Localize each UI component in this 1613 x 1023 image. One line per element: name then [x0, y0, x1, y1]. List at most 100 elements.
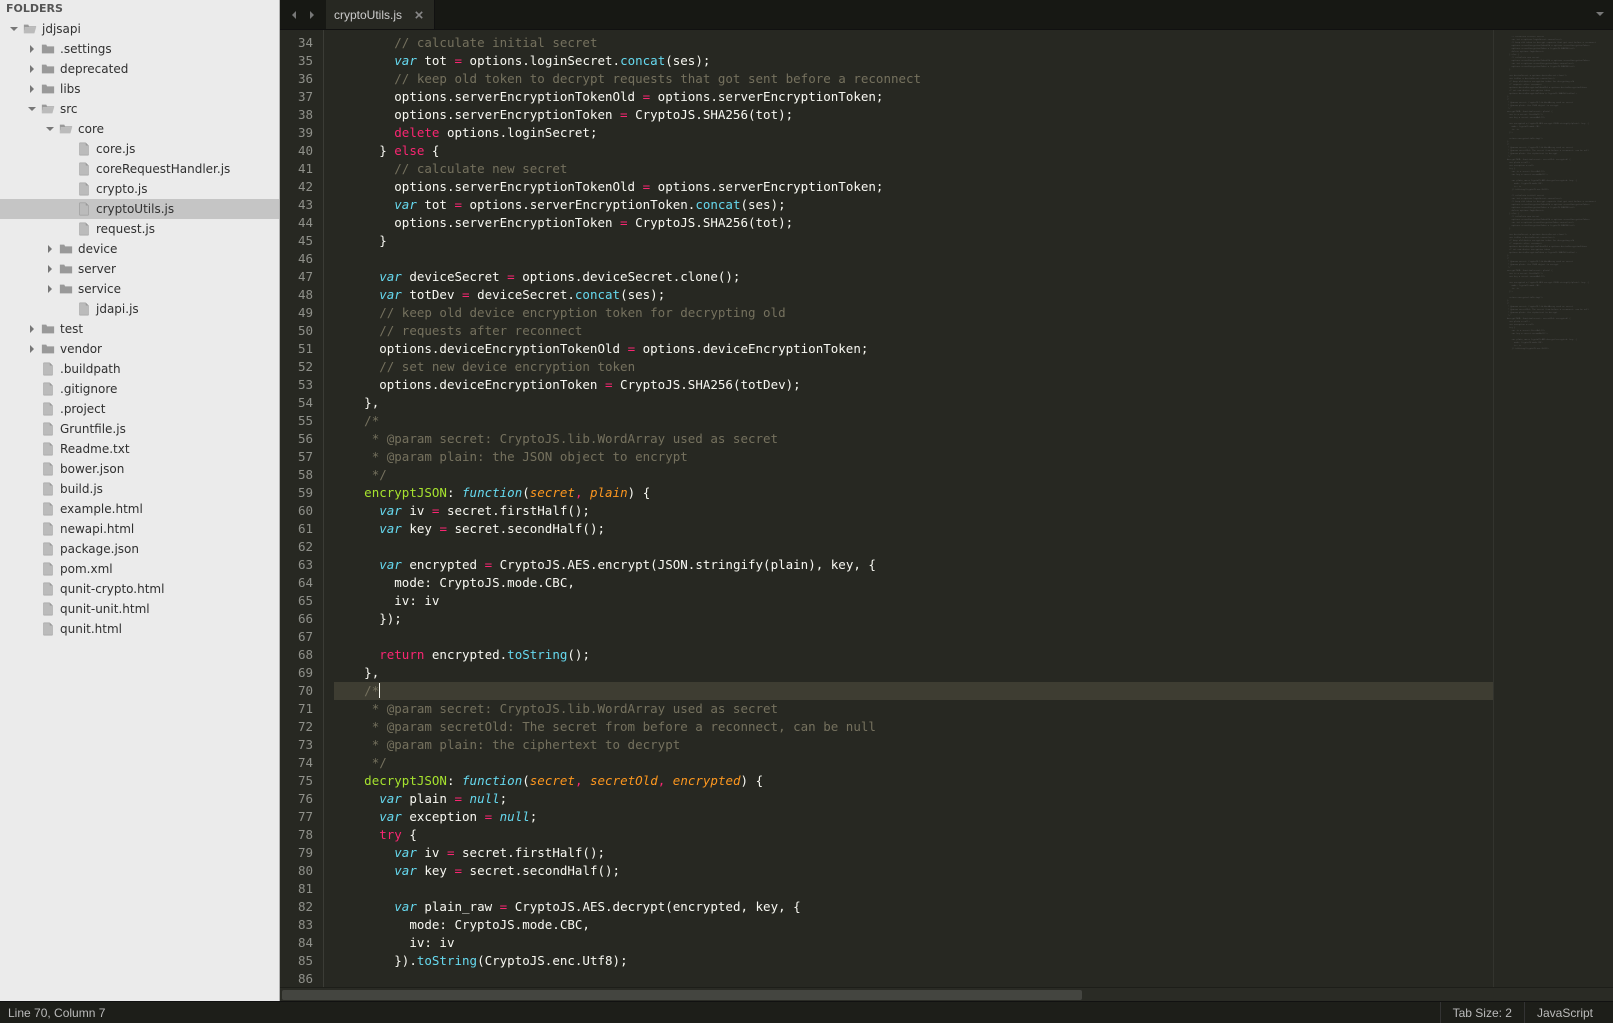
code-line[interactable]: options.serverEncryptionToken = CryptoJS… [334, 214, 1493, 232]
code-line[interactable]: }); [334, 610, 1493, 628]
line-number-gutter[interactable]: 3435363738394041424344454647484950515253… [280, 30, 324, 987]
code-line[interactable]: options.deviceEncryptionTokenOld = optio… [334, 340, 1493, 358]
tree-file[interactable]: Gruntfile.js [0, 419, 279, 439]
line-number[interactable]: 84 [298, 934, 313, 952]
line-number[interactable]: 62 [298, 538, 313, 556]
tree-file[interactable]: example.html [0, 499, 279, 519]
tree-folder[interactable]: device [0, 239, 279, 259]
tree-file[interactable]: package.json [0, 539, 279, 559]
tree-folder[interactable]: test [0, 319, 279, 339]
code-line[interactable]: var encrypted = CryptoJS.AES.encrypt(JSO… [334, 556, 1493, 574]
line-number[interactable]: 39 [298, 124, 313, 142]
tree-disclosure-arrow[interactable] [26, 83, 38, 95]
code-line[interactable] [334, 970, 1493, 987]
tree-disclosure-arrow[interactable] [26, 103, 38, 115]
line-number[interactable]: 45 [298, 232, 313, 250]
horizontal-scrollbar-thumb[interactable] [282, 990, 1082, 1000]
tree-disclosure-arrow[interactable] [44, 263, 56, 275]
code-line[interactable]: // calculate initial secret [334, 34, 1493, 52]
code-line[interactable]: var plain_raw = CryptoJS.AES.decrypt(enc… [334, 898, 1493, 916]
code-line[interactable]: } [334, 232, 1493, 250]
status-tab-size[interactable]: Tab Size: 2 [1440, 1002, 1524, 1023]
code-line[interactable]: var exception = null; [334, 808, 1493, 826]
line-number[interactable]: 82 [298, 898, 313, 916]
code-line[interactable]: /* [334, 682, 1493, 700]
tree-file[interactable]: .project [0, 399, 279, 419]
code-line[interactable]: }, [334, 664, 1493, 682]
tree-file[interactable]: coreRequestHandler.js [0, 159, 279, 179]
line-number[interactable]: 35 [298, 52, 313, 70]
code-line[interactable]: options.deviceEncryptionToken = CryptoJS… [334, 376, 1493, 394]
line-number[interactable]: 71 [298, 700, 313, 718]
line-number[interactable]: 63 [298, 556, 313, 574]
code-editor[interactable]: // calculate initial secret var tot = op… [324, 30, 1493, 987]
line-number[interactable]: 86 [298, 970, 313, 988]
tree-file[interactable]: crypto.js [0, 179, 279, 199]
line-number[interactable]: 52 [298, 358, 313, 376]
tree-folder[interactable]: server [0, 259, 279, 279]
code-line[interactable]: * @param secret: CryptoJS.lib.WordArray … [334, 430, 1493, 448]
code-line[interactable] [334, 538, 1493, 556]
tree-file[interactable]: cryptoUtils.js [0, 199, 279, 219]
code-line[interactable]: var tot = options.serverEncryptionToken.… [334, 196, 1493, 214]
line-number[interactable]: 49 [298, 304, 313, 322]
code-line[interactable]: var deviceSecret = options.deviceSecret.… [334, 268, 1493, 286]
line-number[interactable]: 37 [298, 88, 313, 106]
status-language[interactable]: JavaScript [1524, 1002, 1605, 1023]
tree-folder[interactable]: libs [0, 79, 279, 99]
line-number[interactable]: 69 [298, 664, 313, 682]
code-line[interactable]: */ [334, 466, 1493, 484]
line-number[interactable]: 75 [298, 772, 313, 790]
code-line[interactable]: options.serverEncryptionTokenOld = optio… [334, 88, 1493, 106]
code-line[interactable]: var tot = options.loginSecret.concat(ses… [334, 52, 1493, 70]
tree-disclosure-arrow[interactable] [44, 243, 56, 255]
line-number[interactable]: 54 [298, 394, 313, 412]
code-line[interactable]: mode: CryptoJS.mode.CBC, [334, 916, 1493, 934]
code-line[interactable]: iv: iv [334, 592, 1493, 610]
code-line[interactable]: options.serverEncryptionToken = CryptoJS… [334, 106, 1493, 124]
line-number[interactable]: 81 [298, 880, 313, 898]
line-number[interactable]: 53 [298, 376, 313, 394]
tree-disclosure-arrow[interactable] [26, 63, 38, 75]
code-line[interactable]: // calculate new secret [334, 160, 1493, 178]
line-number[interactable]: 38 [298, 106, 313, 124]
code-line[interactable]: * @param plain: the JSON object to encry… [334, 448, 1493, 466]
line-number[interactable]: 76 [298, 790, 313, 808]
tree-file[interactable]: bower.json [0, 459, 279, 479]
tree-file[interactable]: pom.xml [0, 559, 279, 579]
tree-file[interactable]: qunit.html [0, 619, 279, 639]
code-line[interactable]: options.serverEncryptionTokenOld = optio… [334, 178, 1493, 196]
tree-folder[interactable]: vendor [0, 339, 279, 359]
code-line[interactable]: * @param secretOld: The secret from befo… [334, 718, 1493, 736]
line-number[interactable]: 77 [298, 808, 313, 826]
line-number[interactable]: 56 [298, 430, 313, 448]
code-line[interactable]: */ [334, 754, 1493, 772]
code-line[interactable]: delete options.loginSecret; [334, 124, 1493, 142]
code-line[interactable]: mode: CryptoJS.mode.CBC, [334, 574, 1493, 592]
code-line[interactable]: var key = secret.secondHalf(); [334, 862, 1493, 880]
code-line[interactable]: * @param secret: CryptoJS.lib.WordArray … [334, 700, 1493, 718]
line-number[interactable]: 46 [298, 250, 313, 268]
line-number[interactable]: 60 [298, 502, 313, 520]
tree-file[interactable]: build.js [0, 479, 279, 499]
code-line[interactable]: var plain = null; [334, 790, 1493, 808]
line-number[interactable]: 68 [298, 646, 313, 664]
line-number[interactable]: 34 [298, 34, 313, 52]
code-line[interactable]: decryptJSON: function(secret, secretOld,… [334, 772, 1493, 790]
tree-folder[interactable]: src [0, 99, 279, 119]
tree-file[interactable]: jdapi.js [0, 299, 279, 319]
tree-file[interactable]: Readme.txt [0, 439, 279, 459]
line-number[interactable]: 41 [298, 160, 313, 178]
code-line[interactable]: // set new device encryption token [334, 358, 1493, 376]
line-number[interactable]: 83 [298, 916, 313, 934]
line-number[interactable]: 78 [298, 826, 313, 844]
code-line[interactable]: var key = secret.secondHalf(); [334, 520, 1493, 538]
line-number[interactable]: 57 [298, 448, 313, 466]
tree-file[interactable]: .gitignore [0, 379, 279, 399]
line-number[interactable]: 51 [298, 340, 313, 358]
status-cursor-position[interactable]: Line 70, Column 7 [8, 1006, 105, 1020]
code-line[interactable]: /* [334, 412, 1493, 430]
nav-forward-button[interactable] [304, 7, 320, 23]
tree-disclosure-arrow[interactable] [26, 323, 38, 335]
tree-folder[interactable]: jdjsapi [0, 19, 279, 39]
